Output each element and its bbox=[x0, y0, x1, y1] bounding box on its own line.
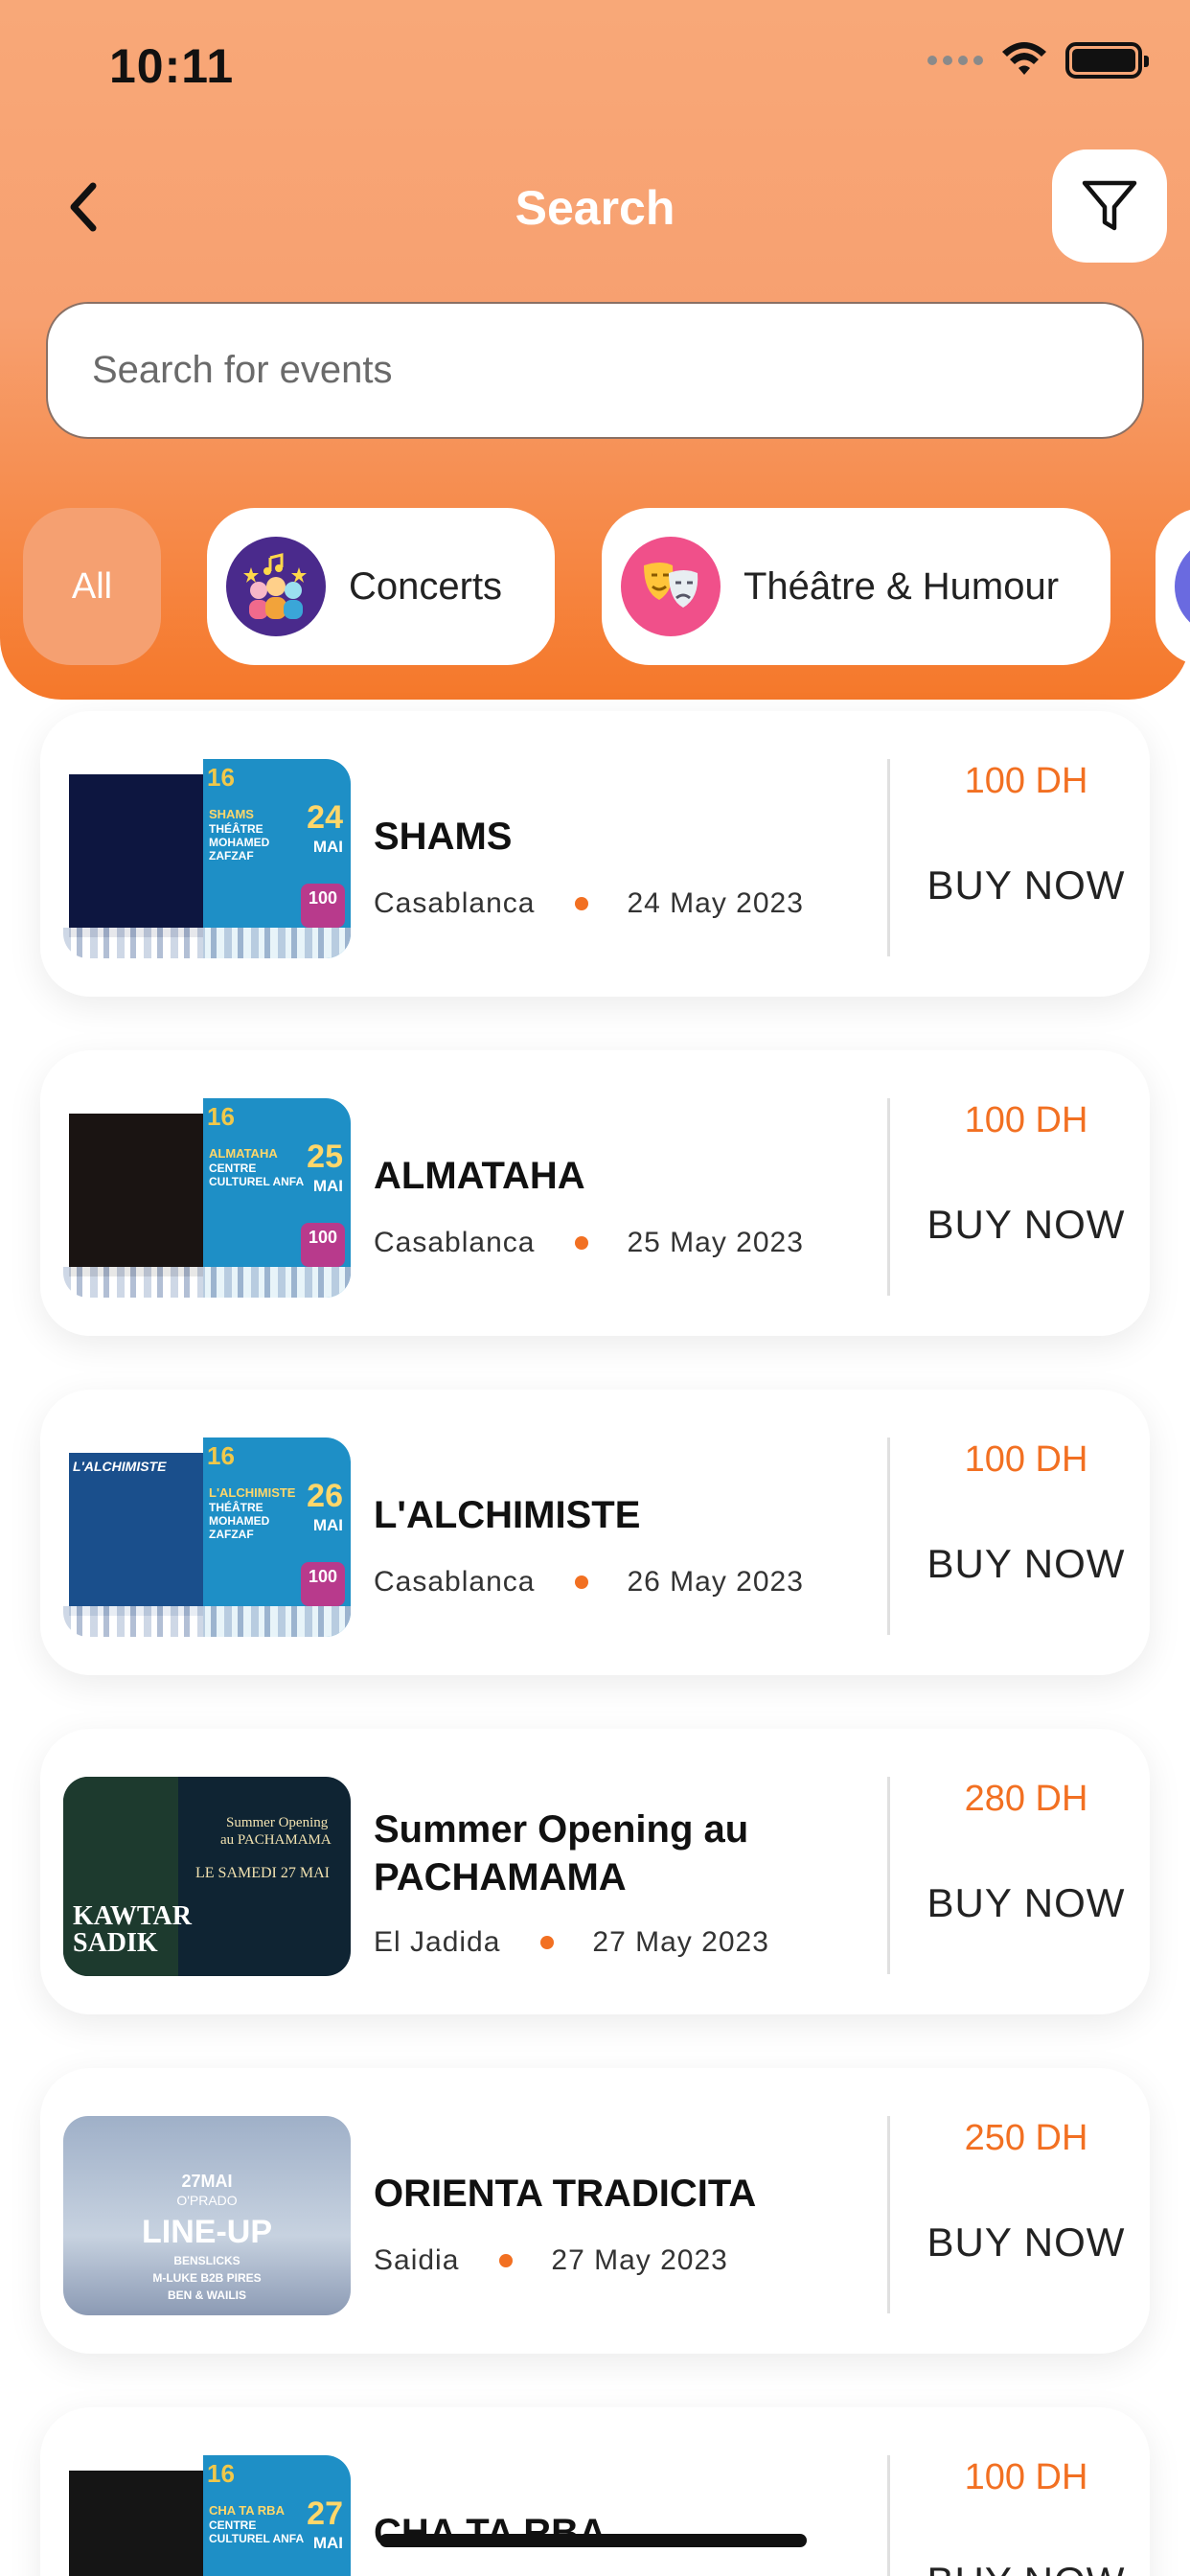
event-poster: L'ALCHIMISTE 16 L'ALCHIMISTE THÉÂTRE MOH… bbox=[63, 1438, 351, 1637]
buy-now-button[interactable]: BUY NOW bbox=[903, 2559, 1150, 2576]
event-price: 250 DH bbox=[964, 2118, 1088, 2158]
event-card[interactable]: 16 ALMATAHA CENTRE CULTUREL ANFA 25 MAI … bbox=[40, 1050, 1150, 1336]
home-indicator[interactable] bbox=[379, 2534, 807, 2547]
category-filter-bar: All Concerts Théâtre & Humour bbox=[0, 508, 1190, 665]
event-meta: El Jadida 27 May 2023 bbox=[374, 1926, 769, 1959]
event-city: Saidia bbox=[374, 2244, 460, 2276]
event-city: El Jadida bbox=[374, 1926, 501, 1958]
status-time: 10:11 bbox=[109, 39, 235, 93]
category-chip-all[interactable]: All bbox=[23, 508, 161, 665]
event-city: Casablanca bbox=[374, 1566, 536, 1598]
event-meta: Saidia 27 May 2023 bbox=[374, 2244, 728, 2277]
divider bbox=[887, 1777, 890, 1974]
event-meta: Casablanca 24 May 2023 bbox=[374, 887, 804, 920]
buy-now-button[interactable]: BUY NOW bbox=[903, 862, 1150, 908]
event-title: ORIENTA TRADICITA bbox=[374, 2173, 757, 2215]
category-chip-theatre-humour[interactable]: Théâtre & Humour bbox=[602, 508, 1110, 665]
wifi-icon bbox=[1002, 42, 1046, 75]
event-card[interactable]: L'ALCHIMISTE 16 L'ALCHIMISTE THÉÂTRE MOH… bbox=[40, 1390, 1150, 1675]
separator-dot bbox=[575, 1576, 589, 1589]
event-title: CHA TA RBA bbox=[374, 2512, 606, 2554]
theatre-masks-icon bbox=[621, 537, 721, 636]
event-meta: Casablanca 26 May 2023 bbox=[374, 1566, 804, 1598]
search-screen: 10:11 Search All bbox=[0, 0, 1190, 2576]
event-title-line2: PACHAMAMA bbox=[374, 1856, 627, 1898]
event-price: 100 DH bbox=[964, 2457, 1088, 2497]
event-title: ALMATAHA bbox=[374, 1155, 585, 1197]
status-icons bbox=[927, 42, 1149, 79]
page-title: Search bbox=[515, 181, 675, 235]
search-box[interactable] bbox=[46, 302, 1144, 439]
event-title: SHAMS bbox=[374, 816, 513, 858]
category-chip-concerts[interactable]: Concerts bbox=[207, 508, 555, 665]
event-poster: 16 ALMATAHA CENTRE CULTUREL ANFA 25 MAI … bbox=[63, 1098, 351, 1298]
event-card[interactable]: 16 CHA TA RBA CENTRE CULTUREL ANFA 27 MA… bbox=[40, 2407, 1150, 2576]
event-date: 26 May 2023 bbox=[627, 1566, 804, 1598]
event-meta: Casablanca 25 May 2023 bbox=[374, 1227, 804, 1259]
category-icon bbox=[1175, 537, 1190, 636]
separator-dot bbox=[575, 897, 589, 910]
buy-now-button[interactable]: BUY NOW bbox=[903, 1202, 1150, 1248]
event-poster: 16 SHAMS THÉÂTRE MOHAMED ZAFZAF 24 MAI 1… bbox=[63, 759, 351, 958]
event-city: Casablanca bbox=[374, 1227, 536, 1258]
concert-icon bbox=[226, 537, 326, 636]
event-city: Casablanca bbox=[374, 887, 536, 919]
event-card[interactable]: 16 SHAMS THÉÂTRE MOHAMED ZAFZAF 24 MAI 1… bbox=[40, 711, 1150, 997]
category-label: Théâtre & Humour bbox=[744, 564, 1060, 608]
divider bbox=[887, 2116, 890, 2313]
event-card[interactable]: Summer Opening au PACHAMAMA LE SAMEDI 27… bbox=[40, 1729, 1150, 2014]
divider bbox=[887, 1438, 890, 1635]
header-background: 10:11 Search All bbox=[0, 0, 1190, 700]
separator-dot bbox=[575, 1236, 589, 1250]
event-date: 27 May 2023 bbox=[551, 2244, 728, 2276]
event-poster: Summer Opening au PACHAMAMA LE SAMEDI 27… bbox=[63, 1777, 351, 1976]
signal-icon bbox=[927, 56, 983, 65]
buy-now-button[interactable]: BUY NOW bbox=[903, 2220, 1150, 2266]
event-date: 25 May 2023 bbox=[627, 1227, 804, 1258]
battery-icon bbox=[1065, 42, 1149, 79]
event-title: Summer Opening au bbox=[374, 1808, 749, 1851]
divider bbox=[887, 1098, 890, 1296]
event-poster: 16 CHA TA RBA CENTRE CULTUREL ANFA 27 MA… bbox=[63, 2455, 351, 2576]
separator-dot bbox=[540, 1936, 555, 1949]
separator-dot bbox=[499, 2254, 514, 2267]
divider bbox=[887, 759, 890, 956]
category-label: All bbox=[71, 565, 113, 607]
buy-now-button[interactable]: BUY NOW bbox=[903, 1880, 1150, 1926]
event-price: 100 DH bbox=[964, 1100, 1088, 1140]
event-price: 100 DH bbox=[964, 1439, 1088, 1480]
category-label: Concerts bbox=[349, 564, 503, 608]
filter-icon bbox=[1082, 180, 1137, 231]
category-chip-more[interactable] bbox=[1156, 508, 1190, 665]
event-date: 24 May 2023 bbox=[627, 887, 804, 919]
event-price: 100 DH bbox=[964, 761, 1088, 801]
event-price: 280 DH bbox=[964, 1779, 1088, 1819]
search-input[interactable] bbox=[92, 349, 1142, 392]
event-title: L'ALCHIMISTE bbox=[374, 1494, 641, 1536]
event-date: 27 May 2023 bbox=[592, 1926, 769, 1958]
filter-button[interactable] bbox=[1052, 150, 1167, 263]
event-poster: 27MAI O'PRADO LINE-UP BENSLICKS M-LUKE B… bbox=[63, 2116, 351, 2315]
divider bbox=[887, 2455, 890, 2576]
event-card[interactable]: 27MAI O'PRADO LINE-UP BENSLICKS M-LUKE B… bbox=[40, 2068, 1150, 2354]
buy-now-button[interactable]: BUY NOW bbox=[903, 1541, 1150, 1587]
